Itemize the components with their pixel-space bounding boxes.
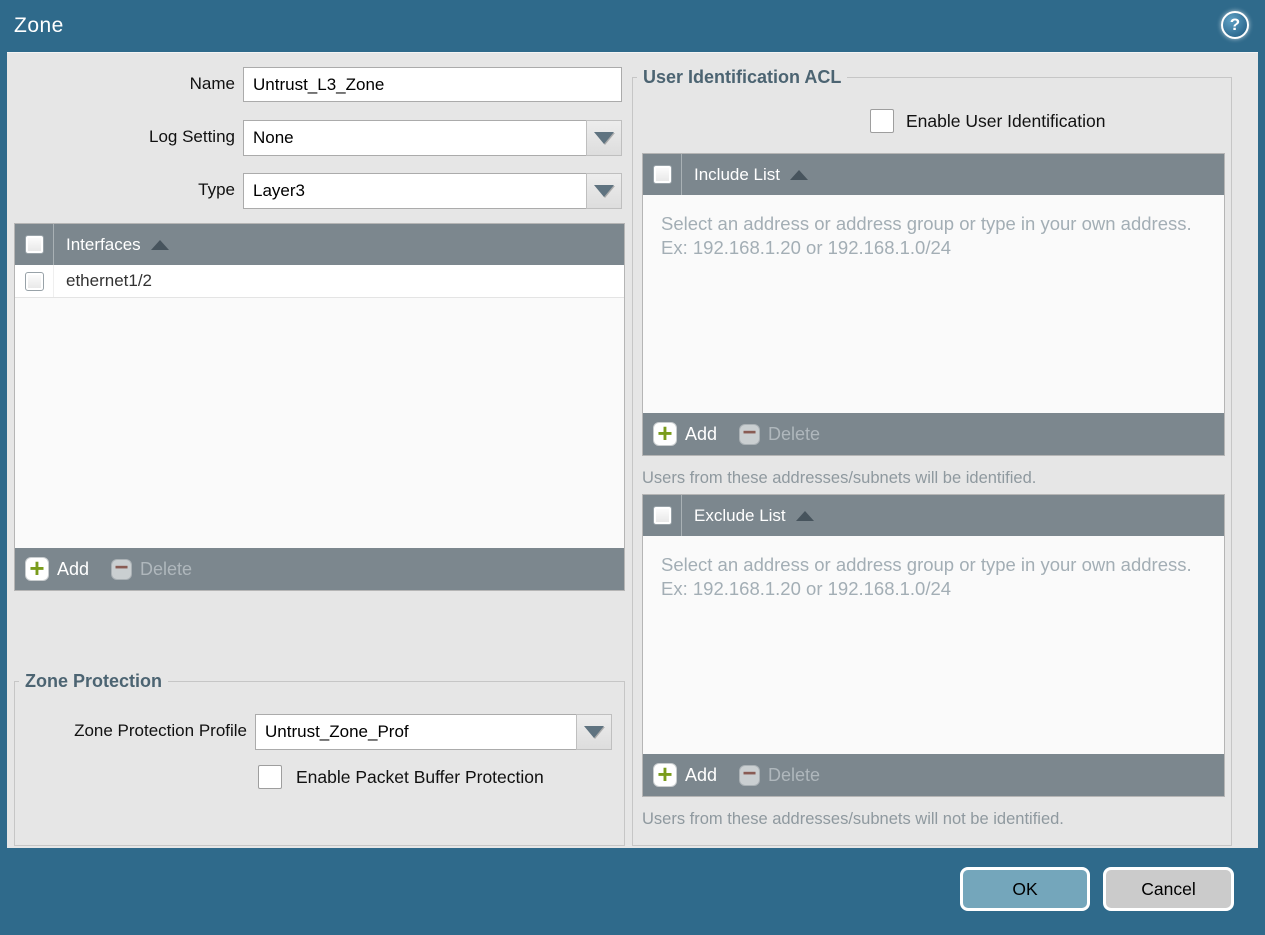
include-list-body[interactable]: Select an address or address group or ty… [643,195,1224,413]
type-value[interactable]: Layer3 [243,173,586,209]
select-all-include-checkbox[interactable] [652,165,672,184]
enable-user-identification-row: Enable User Identification [870,109,1105,133]
dialog-body: Name Log Setting None Type Layer3 Interf… [7,52,1258,848]
enable-user-identification-label: Enable User Identification [906,110,1106,131]
type-label: Type [198,180,235,199]
enable-user-identification-checkbox[interactable] [870,109,894,133]
dialog-title: Zone [14,14,64,37]
log-setting-value[interactable]: None [243,120,586,156]
packet-buffer-protection-row: Enable Packet Buffer Protection [258,765,544,789]
chevron-down-icon [584,726,604,738]
add-button-label: Add [685,423,718,444]
interfaces-table-header: Interfaces [15,224,624,265]
minus-icon: − [111,555,133,580]
include-list-footer: + Add − Delete [643,413,1224,455]
interface-row-checkbox[interactable] [24,271,44,291]
interfaces-header-checkbox-cell [15,224,54,265]
sort-ascending-icon[interactable] [790,169,808,180]
log-setting-label: Log Setting [148,127,235,146]
sort-ascending-icon[interactable] [150,239,169,250]
delete-button-label: Delete [140,558,193,579]
include-list-caption: Users from these addresses/subnets will … [642,469,1037,487]
exclude-list-header: Exclude List [643,495,1224,536]
zone-protection-fieldset: Zone Protection [14,671,625,846]
minus-icon: − [739,420,761,445]
interfaces-table: Interfaces ethernet1/2 + Add − Delete [14,223,625,591]
sort-ascending-icon[interactable] [795,510,814,521]
interface-name[interactable]: ethernet1/2 [66,271,152,291]
interfaces-table-footer: + Add − Delete [15,548,624,590]
exclude-list-column-header[interactable]: Exclude List [694,506,786,526]
select-all-exclude-checkbox[interactable] [652,506,672,525]
name-label: Name [189,74,235,93]
delete-interface-button[interactable]: − Delete [111,555,193,580]
exclude-list-body[interactable]: Select an address or address group or ty… [643,536,1224,754]
include-list-checkbox-cell [643,154,682,195]
include-list-placeholder: Select an address or address group or ty… [661,213,1192,259]
user-identification-acl-legend: User Identification ACL [643,67,842,87]
plus-icon: + [653,761,677,787]
table-row[interactable]: ethernet1/2 [15,265,624,298]
ok-button[interactable]: OK [960,867,1090,911]
row-checkbox-cell [15,265,54,297]
exclude-list-caption: Users from these addresses/subnets will … [642,810,1064,828]
include-list-header: Include List [643,154,1224,195]
zone-protection-profile-label: Zone Protection Profile [74,721,247,740]
add-interface-button[interactable]: + Add [25,555,90,581]
minus-icon: − [739,761,761,786]
log-setting-dropdown-button[interactable] [586,120,622,156]
type-dropdown[interactable]: Layer3 [243,173,622,209]
select-all-interfaces-checkbox[interactable] [24,235,44,254]
include-list-column-header[interactable]: Include List [694,165,780,185]
delete-exclude-button[interactable]: − Delete [739,761,821,786]
cancel-button[interactable]: Cancel [1103,867,1234,911]
delete-include-button[interactable]: − Delete [739,420,821,445]
plus-icon: + [25,555,49,581]
chevron-down-icon [594,185,614,197]
zone-protection-profile-value[interactable]: Untrust_Zone_Prof [255,714,576,750]
add-button-label: Add [685,764,718,785]
name-input[interactable] [243,67,622,102]
include-list-panel: Include List Select an address or addres… [642,153,1225,456]
zone-protection-legend: Zone Protection [25,671,163,691]
zone-protection-profile-dropdown-button[interactable] [576,714,612,750]
interfaces-column-header[interactable]: Interfaces [66,235,141,255]
packet-buffer-protection-label: Enable Packet Buffer Protection [296,766,544,787]
delete-button-label: Delete [768,423,821,444]
log-setting-dropdown[interactable]: None [243,120,622,156]
dialog-titlebar: Zone ? [0,0,1265,52]
enable-packet-buffer-protection-checkbox[interactable] [258,765,282,789]
zone-dialog-screen: Zone ? Name Log Setting None Type Layer3 [0,0,1265,935]
add-exclude-button[interactable]: + Add [653,761,718,787]
exclude-list-checkbox-cell [643,495,682,536]
exclude-list-panel: Exclude List Select an address or addres… [642,494,1225,797]
add-include-button[interactable]: + Add [653,420,718,446]
interfaces-table-body: ethernet1/2 [15,265,624,548]
help-icon[interactable]: ? [1221,11,1249,39]
chevron-down-icon [594,132,614,144]
delete-button-label: Delete [768,764,821,785]
add-button-label: Add [57,558,90,579]
exclude-list-footer: + Add − Delete [643,754,1224,796]
exclude-list-placeholder: Select an address or address group or ty… [661,554,1192,600]
plus-icon: + [653,420,677,446]
type-dropdown-button[interactable] [586,173,622,209]
zone-protection-profile-dropdown[interactable]: Untrust_Zone_Prof [255,714,612,750]
